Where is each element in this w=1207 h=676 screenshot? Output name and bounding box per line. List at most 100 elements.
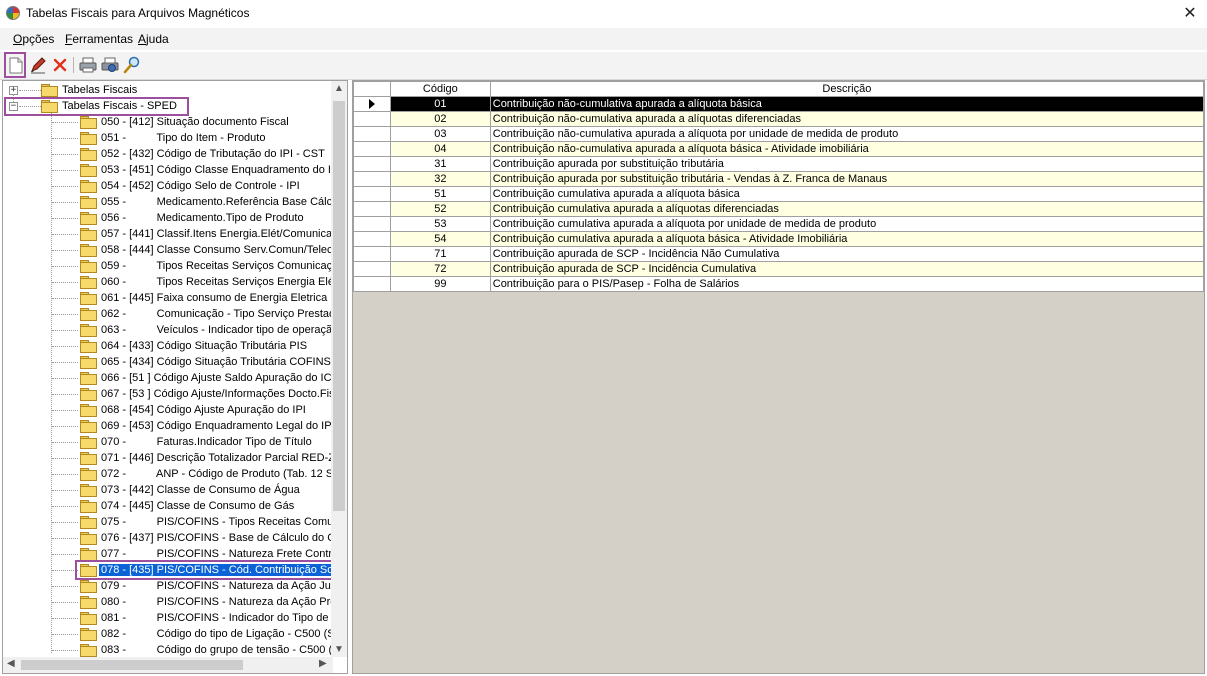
cell-description[interactable]: Contribuição apurada por substituição tr… <box>489 171 1204 187</box>
table-row[interactable]: 71 Contribuição apurada de SCP - Incidênc… <box>353 246 1204 262</box>
row-indicator[interactable] <box>353 171 391 187</box>
row-indicator[interactable] <box>353 246 391 262</box>
tree-item[interactable]: 068 - [454] Código Ajuste Apuração do IP… <box>80 402 308 418</box>
row-indicator[interactable] <box>353 216 391 232</box>
cell-description[interactable]: Contribuição não-cumulativa apurada a al… <box>489 96 1204 112</box>
cell-description[interactable]: Contribuição não-cumulativa apurada a al… <box>489 141 1204 157</box>
table-row[interactable]: 99 Contribuição para o PIS/Pasep - Folha … <box>353 276 1204 292</box>
tree-item[interactable]: 079 - PIS/COFINS - Natureza da Ação Jud <box>80 578 333 594</box>
table-row[interactable]: 51 Contribuição cumulativa apurada a alíq… <box>353 186 1204 202</box>
tree-horizontal-scrollbar[interactable]: ◀ ▶ <box>3 657 333 673</box>
tree-item[interactable]: 073 - [442] Classe de Consumo de Água <box>80 482 302 498</box>
cell-code[interactable]: 54 <box>389 231 491 247</box>
cell-code[interactable]: 99 <box>389 276 491 292</box>
cell-code[interactable]: 03 <box>389 126 491 142</box>
cell-code[interactable]: 32 <box>389 171 491 187</box>
tree-item[interactable]: 069 - [453] Código Enquadramento Legal d… <box>80 418 333 434</box>
scroll-right-arrow-icon[interactable]: ▶ <box>319 658 327 669</box>
cell-description[interactable]: Contribuição não-cumulativa apurada a al… <box>489 126 1204 142</box>
tree-expander-collapsed[interactable]: + <box>9 86 18 95</box>
menu-opcoes[interactable]: Opções <box>13 32 54 46</box>
table-row[interactable]: 72 Contribuição apurada de SCP - Incidênc… <box>353 261 1204 277</box>
tree-item[interactable]: 071 - [446] Descrição Totalizador Parcia… <box>80 450 333 466</box>
cell-code[interactable]: 31 <box>389 156 491 172</box>
table-row[interactable]: 02 Contribuição não-cumulativa apurada a … <box>353 111 1204 127</box>
row-indicator[interactable] <box>353 126 391 142</box>
table-row[interactable]: 01 Contribuição não-cumulativa apurada a … <box>353 96 1204 112</box>
tree-item[interactable]: 058 - [444] Classe Consumo Serv.Comun/Te… <box>80 242 333 258</box>
tree-item[interactable]: 064 - [433] Código Situação Tributária P… <box>80 338 309 354</box>
row-indicator[interactable] <box>353 111 391 127</box>
tree-item[interactable]: 051 - Tipo do Item - Produto <box>80 130 267 146</box>
column-header-description[interactable]: Descrição <box>489 81 1204 97</box>
edit-button[interactable] <box>28 55 48 75</box>
tree-item[interactable]: 050 - [412] Situação documento Fiscal <box>80 114 291 130</box>
print-setup-button[interactable] <box>100 55 120 75</box>
table-row[interactable]: 04 Contribuição não-cumulativa apurada a … <box>353 141 1204 157</box>
search-button[interactable] <box>122 55 142 75</box>
row-indicator[interactable] <box>353 96 391 112</box>
tree-item[interactable]: 062 - Comunicação - Tipo Serviço Prestad <box>80 306 333 322</box>
cell-description[interactable]: Contribuição cumulativa apurada a alíquo… <box>489 231 1204 247</box>
cell-description[interactable]: Contribuição cumulativa apurada a alíquo… <box>489 216 1204 232</box>
cell-code[interactable]: 51 <box>389 186 491 202</box>
tree-item[interactable]: 056 - Medicamento.Tipo de Produto <box>80 210 306 226</box>
tree-item[interactable]: 052 - [432] Código de Tributação do IPI … <box>80 146 327 162</box>
tree-horizontal-scroll-thumb[interactable] <box>21 660 243 670</box>
table-row[interactable]: 54 Contribuição cumulativa apurada a alíq… <box>353 231 1204 247</box>
cell-code[interactable]: 01 <box>389 96 491 112</box>
row-indicator[interactable] <box>353 186 391 202</box>
close-button[interactable]: ✕ <box>1173 0 1207 26</box>
row-indicator[interactable] <box>353 261 391 277</box>
tree-item[interactable]: 059 - Tipos Receitas Serviços Comunicaçã <box>80 258 333 274</box>
row-indicator[interactable] <box>353 156 391 172</box>
tree-item[interactable]: 070 - Faturas.Indicador Tipo de Título <box>80 434 314 450</box>
table-row[interactable]: 32 Contribuição apurada por substituição … <box>353 171 1204 187</box>
cell-description[interactable]: Contribuição não-cumulativa apurada a al… <box>489 111 1204 127</box>
tree-item[interactable]: 057 - [441] Classif.Itens Energia.Elét/C… <box>80 226 333 242</box>
tree-item[interactable]: 067 - [53 ] Código Ajuste/Informações Do… <box>80 386 333 402</box>
tree-item[interactable]: 076 - [437] PIS/COFINS - Base de Cálculo… <box>80 530 333 546</box>
tree-item[interactable]: 081 - PIS/COFINS - Indicador do Tipo de … <box>80 610 333 626</box>
tree-item[interactable]: 080 - PIS/COFINS - Natureza da Ação Pro <box>80 594 333 610</box>
cell-code[interactable]: 52 <box>389 201 491 217</box>
tree-item[interactable]: 072 - ANP - Código de Produto (Tab. 12 S… <box>80 466 333 482</box>
scroll-left-arrow-icon[interactable]: ◀ <box>7 658 15 669</box>
tree-item[interactable]: 065 - [434] Código Situação Tributária C… <box>80 354 333 370</box>
print-button[interactable] <box>78 55 98 75</box>
cell-description[interactable]: Contribuição cumulativa apurada a alíquo… <box>489 186 1204 202</box>
tree-item[interactable]: 066 - [51 ] Código Ajuste Saldo Apuração… <box>80 370 333 386</box>
row-indicator[interactable] <box>353 141 391 157</box>
tree-item[interactable]: 063 - Veículos - Indicador tipo de opera… <box>80 322 333 338</box>
table-row[interactable]: 52 Contribuição cumulativa apurada a alíq… <box>353 201 1204 217</box>
table-row[interactable]: 53 Contribuição cumulativa apurada a alíq… <box>353 216 1204 232</box>
row-indicator[interactable] <box>353 231 391 247</box>
cell-code[interactable]: 71 <box>389 246 491 262</box>
cell-description[interactable]: Contribuição apurada de SCP - Incidência… <box>489 261 1204 277</box>
tree-item[interactable]: 061 - [445] Faixa consumo de Energia Ele… <box>80 290 329 306</box>
row-indicator[interactable] <box>353 276 391 292</box>
tree-item[interactable]: 082 - Código do tipo de Ligação - C500 (… <box>80 626 333 642</box>
cell-code[interactable]: 72 <box>389 261 491 277</box>
tree-vertical-scroll-thumb[interactable] <box>333 101 345 511</box>
menu-ferramentas[interactable]: Ferramentas <box>65 32 133 46</box>
table-row[interactable]: 03 Contribuição não-cumulativa apurada a … <box>353 126 1204 142</box>
table-row[interactable]: 31 Contribuição apurada por substituição … <box>353 156 1204 172</box>
tree-item[interactable]: 054 - [452] Código Selo de Controle - IP… <box>80 178 302 194</box>
cell-code[interactable]: 53 <box>389 216 491 232</box>
menu-ajuda[interactable]: Ajuda <box>138 32 169 46</box>
tree-item[interactable]: 074 - [445] Classe de Consumo de Gás <box>80 498 296 514</box>
tree-item[interactable]: 055 - Medicamento.Referência Base Cálcu <box>80 194 333 210</box>
tree-vertical-scrollbar[interactable]: ▲ ▼ <box>331 81 347 657</box>
scroll-down-arrow-icon[interactable]: ▼ <box>334 644 344 655</box>
cell-description[interactable]: Contribuição apurada por substituição tr… <box>489 156 1204 172</box>
scroll-up-arrow-icon[interactable]: ▲ <box>334 83 344 94</box>
cell-code[interactable]: 02 <box>389 111 491 127</box>
tree-root-tabelas-fiscais[interactable]: Tabelas Fiscais <box>41 82 139 98</box>
tree-item[interactable]: 060 - Tipos Receitas Serviços Energia El… <box>80 274 333 290</box>
cell-code[interactable]: 04 <box>389 141 491 157</box>
tree-item[interactable]: 075 - PIS/COFINS - Tipos Receitas Comun <box>80 514 333 530</box>
cell-description[interactable]: Contribuição para o PIS/Pasep - Folha de… <box>489 276 1204 292</box>
delete-button[interactable] <box>50 55 70 75</box>
column-header-code[interactable]: Código <box>389 81 491 97</box>
